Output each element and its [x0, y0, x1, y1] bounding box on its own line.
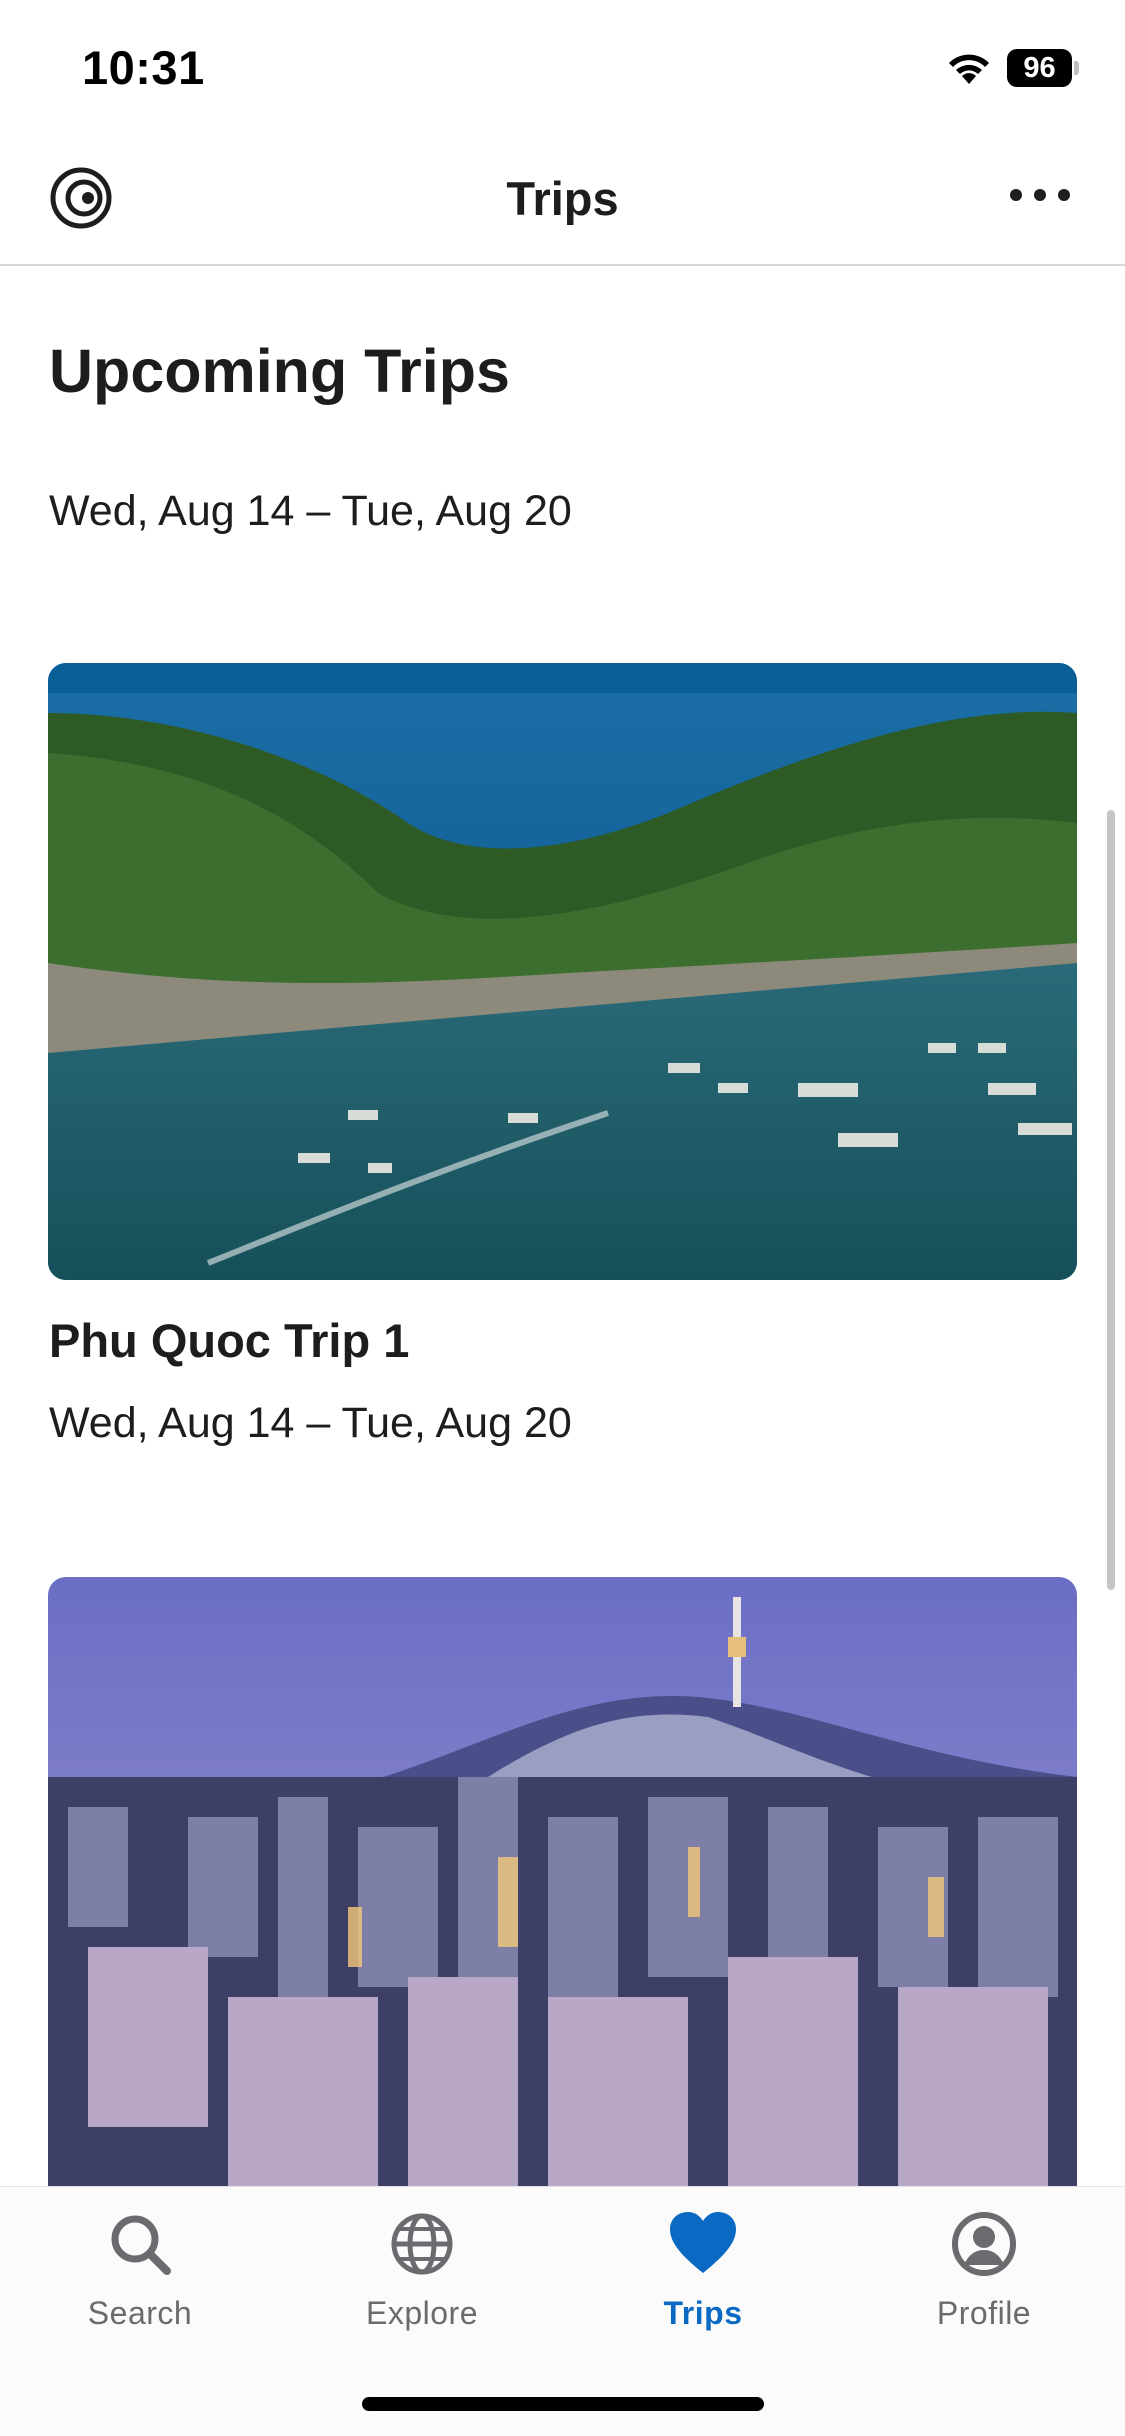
battery-cap	[1074, 61, 1079, 75]
section-title: Upcoming Trips	[49, 337, 510, 405]
tab-trips[interactable]: Trips	[603, 2209, 803, 2359]
trip-image[interactable]	[48, 663, 1077, 1280]
scrollbar[interactable]	[1107, 810, 1115, 1590]
tab-label: Explore	[366, 2295, 478, 2331]
city-skyline-image	[48, 1577, 1077, 2186]
battery-icon: 96	[1007, 49, 1079, 87]
trip-dates: Wed, Aug 14 – Tue, Aug 20	[49, 1399, 572, 1447]
profile-icon	[952, 2212, 1016, 2276]
trip-card[interactable]	[48, 1577, 1077, 2186]
tab-search[interactable]: Search	[40, 2209, 240, 2359]
tab-label: Search	[87, 2295, 193, 2331]
status-time: 10:31	[82, 41, 205, 94]
more-icon-dot	[1010, 189, 1022, 201]
search-icon	[111, 2215, 171, 2275]
island-bay-image	[48, 663, 1077, 1280]
tab-explore[interactable]: Explore	[322, 2209, 522, 2359]
more-icon-dot	[1034, 189, 1046, 201]
trip-name: Phu Quoc Trip 1	[49, 1314, 410, 1367]
wifi-icon	[949, 54, 989, 84]
page-title: Trips	[506, 172, 619, 225]
trip-image[interactable]	[48, 1577, 1077, 2186]
trips-list[interactable]: Upcoming Trips Wed, Aug 14 – Tue, Aug 20	[0, 268, 1125, 2186]
globe-icon	[391, 2213, 453, 2275]
tab-profile[interactable]: Profile	[884, 2209, 1084, 2359]
section-dates: Wed, Aug 14 – Tue, Aug 20	[49, 487, 572, 535]
trip-card[interactable]: Phu Quoc Trip 1 Wed, Aug 14 – Tue, Aug 2…	[48, 663, 1077, 1448]
tab-label: Trips	[663, 2295, 743, 2331]
home-indicator[interactable]	[362, 2397, 764, 2411]
tab-label: Profile	[936, 2295, 1032, 2331]
battery-level: 96	[1007, 49, 1072, 87]
more-button[interactable]	[1010, 175, 1070, 215]
navigation-bar: Trips	[0, 135, 1125, 266]
more-icon-dot	[1058, 189, 1070, 201]
trips-screen: 10:31 96 Trips Upcoming Trips Wed, Aug 1…	[0, 0, 1125, 2436]
status-bar: 10:31 96	[0, 0, 1125, 135]
heart-icon	[670, 2212, 736, 2273]
